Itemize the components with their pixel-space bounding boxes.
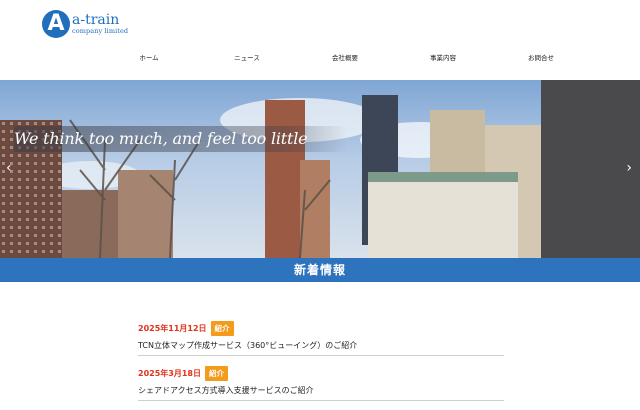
news-meta: 2025年3月18日 紹介 <box>138 365 504 381</box>
news-title-link[interactable]: TCN立体マップ作成サービス（360°ビューイング）のご紹介 <box>138 340 504 351</box>
nav-item-company[interactable]: 会社概要 <box>296 52 394 62</box>
nav-item-business[interactable]: 事業内容 <box>394 52 492 62</box>
news-tag: 紹介 <box>210 320 234 336</box>
section-title: 新着情報 <box>0 258 640 282</box>
news-title-link[interactable]: シェアドアクセス方式導入支援サービスのご紹介 <box>138 385 504 396</box>
logo-mark-icon: A <box>42 10 70 38</box>
main-nav: ホーム ニュース 会社概要 事業内容 お問合せ <box>100 52 640 62</box>
news-meta: 2025年11月12日 紹介 <box>138 320 504 336</box>
nav-item-contact[interactable]: お問合せ <box>492 52 590 62</box>
chevron-left-icon[interactable]: ‹ <box>6 160 12 176</box>
logo-subtitle: company limited <box>72 27 129 36</box>
logo-text: a-train company limited <box>72 13 128 35</box>
news-date: 2025年3月18日 <box>138 368 201 378</box>
news-item: 2025年3月18日 紹介 シェアドアクセス方式導入支援サービスのご紹介 <box>138 365 504 401</box>
chevron-right-icon[interactable]: › <box>626 160 632 176</box>
nav-item-news[interactable]: ニュース <box>198 52 296 62</box>
company-logo[interactable]: A a-train company limited <box>42 10 128 38</box>
hero-tagline: We think too much, and feel too little <box>14 126 348 152</box>
news-date: 2025年11月12日 <box>138 323 207 333</box>
news-item: 2025年11月12日 紹介 TCN立体マップ作成サービス（360°ビューイング… <box>138 320 504 356</box>
logo-name: a-train <box>72 12 120 29</box>
hero-slider[interactable]: We think too much, and feel too little ‹… <box>0 80 640 258</box>
hero-city-image <box>0 80 640 258</box>
news-tag: 紹介 <box>204 365 228 381</box>
news-list: 2025年11月12日 紹介 TCN立体マップ作成サービス（360°ビューイング… <box>138 320 504 410</box>
nav-item-home[interactable]: ホーム <box>100 52 198 62</box>
site-header: A a-train company limited ホーム ニュース 会社概要 … <box>0 0 640 80</box>
